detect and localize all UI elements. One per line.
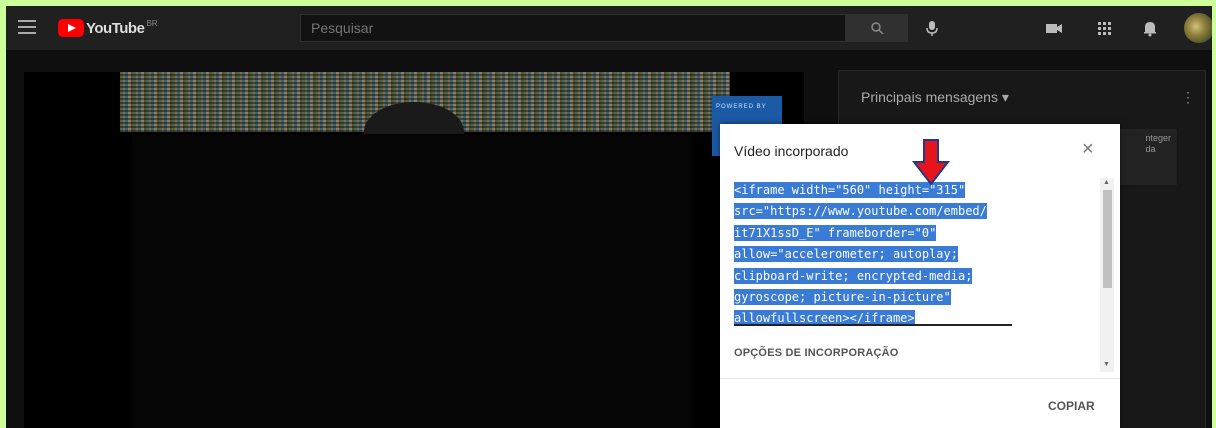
create-video-icon[interactable] — [1044, 19, 1064, 37]
embed-options-label[interactable]: OPÇÕES DE INCORPORAÇÃO — [734, 347, 899, 359]
textarea-scrollbar[interactable]: ▲ ▼ — [1100, 178, 1114, 372]
hamburger-menu-icon[interactable] — [18, 20, 36, 34]
apps-grid-icon[interactable] — [1094, 19, 1114, 37]
textarea-underline — [734, 324, 1012, 326]
notifications-bell-icon[interactable] — [1140, 19, 1160, 37]
embed-code-textarea[interactable]: <iframe width="560" height="315" src="htt… — [732, 180, 1102, 332]
logo-text: YouTube — [86, 19, 145, 37]
dialog-title: Vídeo incorporado — [734, 143, 849, 159]
chat-card-text: nteger da — [1145, 133, 1171, 154]
embed-code-line: it71X1ssD_E" frameborder="0" — [734, 224, 937, 241]
chat-title[interactable]: Principais mensagens ▾ — [861, 89, 1009, 106]
embed-code-text[interactable]: <iframe width="560" height="315" src="htt… — [732, 180, 1102, 330]
youtube-logo[interactable]: YouTube BR — [58, 18, 158, 38]
embed-code-line: allow="accelerometer; autoplay; — [734, 246, 958, 263]
search-button[interactable] — [846, 14, 908, 42]
more-options-icon[interactable]: ⋮ — [1181, 89, 1195, 106]
avatar[interactable] — [1184, 13, 1212, 43]
top-bar: YouTube BR — [6, 6, 1212, 50]
video-player[interactable]: POWERED BY — [24, 72, 804, 428]
embed-code-line: clipboard-write; encrypted-media; — [734, 267, 973, 284]
scroll-thumb[interactable] — [1103, 190, 1112, 288]
embed-code-line: gyroscope; picture-in-picture" — [734, 289, 951, 306]
video-dark-overlay — [132, 134, 692, 428]
embed-code-line: src="https://www.youtube.com/embed/ — [734, 203, 987, 220]
copy-button[interactable]: COPIAR — [1048, 399, 1095, 413]
search-input[interactable] — [300, 14, 846, 42]
play-logo-icon — [58, 19, 84, 37]
close-icon[interactable]: × — [1082, 139, 1094, 159]
scroll-up-icon[interactable]: ▲ — [1103, 179, 1110, 186]
scroll-down-icon[interactable]: ▼ — [1103, 361, 1110, 368]
microphone-icon[interactable] — [922, 18, 942, 38]
search-icon — [871, 22, 884, 35]
red-arrow-down-icon — [911, 139, 951, 186]
dialog-divider — [720, 378, 1120, 379]
logo-country: BR — [146, 18, 158, 28]
